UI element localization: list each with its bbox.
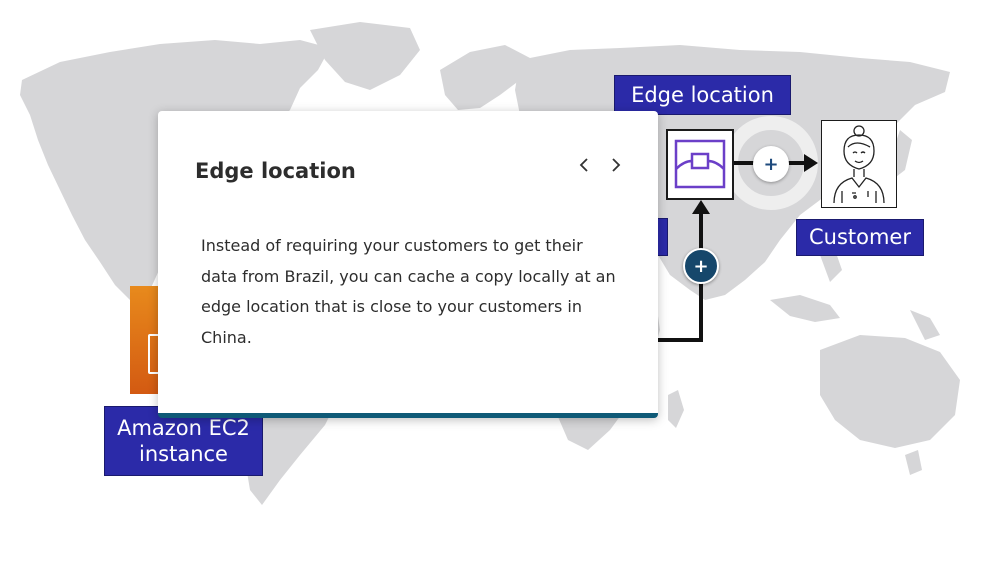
- ec2-label-line2: instance: [139, 442, 228, 466]
- previous-button[interactable]: [574, 153, 594, 177]
- card-body-text: Instead of requiring your customers to g…: [201, 236, 616, 347]
- chevron-right-icon: [612, 158, 621, 172]
- chevron-left-icon: [579, 158, 588, 172]
- plus-icon: +: [693, 255, 709, 277]
- hotspot-plus-edge[interactable]: +: [683, 248, 719, 284]
- info-card: Edge location Instead of requiring your …: [158, 111, 658, 418]
- card-nav: [574, 153, 626, 177]
- customer-person-icon: [821, 120, 897, 208]
- ec2-label-line1: Amazon EC2: [117, 416, 250, 440]
- edge-location-label: Edge location: [614, 75, 791, 115]
- card-title: Edge location: [195, 159, 356, 183]
- plus-icon: +: [763, 153, 779, 175]
- arrowhead-up: [692, 200, 710, 214]
- next-button[interactable]: [606, 153, 626, 177]
- customer-label: Customer: [796, 219, 924, 256]
- hotspot-plus-customer[interactable]: +: [753, 146, 789, 182]
- edge-location-icon: [666, 129, 734, 200]
